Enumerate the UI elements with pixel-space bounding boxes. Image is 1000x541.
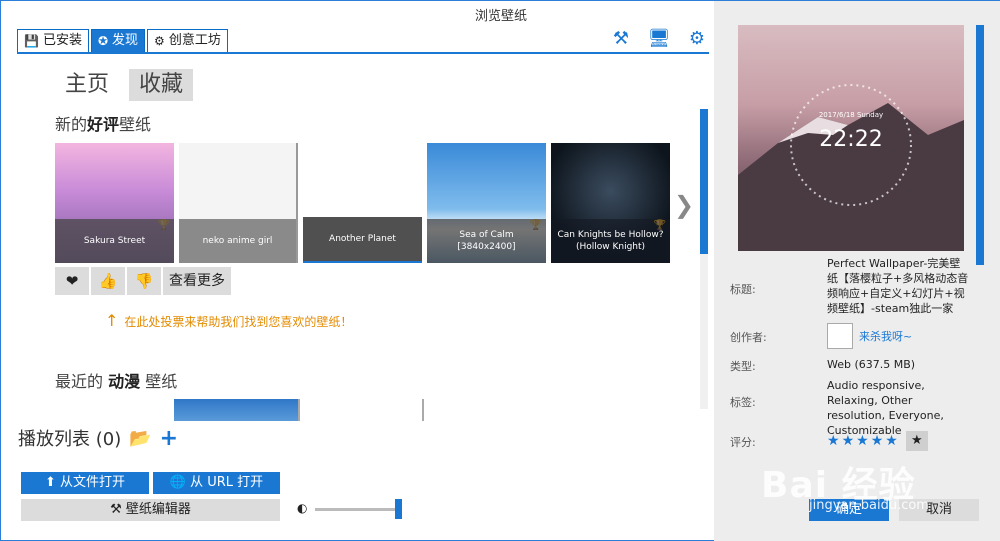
type-label: 类型: [730,360,756,373]
slider-knob[interactable] [395,499,402,519]
rating-label: 评分: [730,436,756,449]
recent-title-post: 壁纸 [145,372,178,391]
tab-installed[interactable]: 💾 已安装 [17,29,89,53]
star-icon: ★ [827,433,840,449]
vote-hint: ↑ 在此处投票来帮助我们找到您喜欢的壁纸！ [105,311,352,330]
folder-open-icon[interactable]: 📂 [129,428,151,449]
wallpaper-caption: Sea of Calm [3840x2400] [427,219,546,263]
wallpaper-thumb[interactable]: 🏆 Can Knights be Hollow? (Hollow Knight) [551,143,670,263]
clock-time: 22:22 [819,127,883,152]
wallpaper-thumb[interactable] [298,399,422,421]
thumbs-up-icon: 👍 [98,272,118,290]
thumbs-down-icon: 👎 [134,272,154,290]
tab-installed-label: 已安装 [42,33,82,48]
author-label: 创作者: [730,331,767,344]
compass-icon: ✪ [97,34,109,48]
popular-title-pre: 新的 [55,115,88,134]
wallpaper-thumb[interactable]: 🏆 neko anime girl [179,143,298,263]
wallpaper-thumb[interactable] [422,399,546,421]
wallpaper-caption: Can Knights be Hollow? (Hollow Knight) [551,219,670,263]
subnav-favorites[interactable]: 收藏 [129,69,194,101]
brightness-slider[interactable]: ◐ [297,499,405,519]
tools-icon: ⚒ [110,502,122,517]
chevron-right-icon[interactable]: ❯ [674,191,694,219]
rate-button[interactable]: ★ [905,431,928,451]
type-value: Web (637.5 MB) [827,358,916,371]
star-icon: ★ [885,433,898,449]
toolbar-icons: ⚒ 🖥 ⚙ [609,28,709,50]
popular-wallpapers: 🏆 Sakura Street 🏆 neko anime girl 🏆 Anot… [55,143,670,263]
editor-tools-icon[interactable]: ⚒ [609,28,633,50]
star-icon: ★ [841,433,855,449]
recent-title-pre: 最近的 [55,372,104,391]
wallpaper-caption: neko anime girl [179,219,296,263]
author[interactable]: 来杀我呀~ [827,323,912,349]
vote-hint-text: 在此处投票来帮助我们找到您喜欢的壁纸！ [124,315,353,329]
globe-icon: 🌐 [169,475,186,490]
popular-title-post: 壁纸 [119,115,152,134]
scrollbar-thumb[interactable] [700,109,708,254]
open-file-label: 从文件打开 [60,475,126,490]
tags-label: 标签: [730,396,756,409]
thumbs-up-button[interactable]: 👍 [91,267,125,295]
save-icon: 💾 [24,34,39,48]
tags-value: Audio responsive, Relaxing, Other resolu… [827,379,944,437]
open-url-button[interactable]: 🌐 从 URL 打开 [153,472,280,494]
mountain-shape [738,103,964,251]
playlist-bar: 播放列表 (0) 📂 + [18,425,178,451]
steam-icon: ⚙ [154,34,165,48]
recent-wallpapers [174,399,546,421]
details-scrollbar[interactable] [976,25,984,265]
wallpaper-caption: Sakura Street [55,219,174,263]
contrast-icon: ◐ [297,501,308,515]
wallpaper-thumb[interactable]: 🏆 Sea of Calm [3840x2400] [427,143,546,263]
popular-section-title: 新的好评壁纸 [55,111,151,135]
wallpaper-editor-button[interactable]: ⚒ 壁纸编辑器 [21,499,280,521]
playlist-label: 播放列表 (0) [18,429,122,450]
main-tabs: 💾 已安装 ✪ 发现 ⚙ 创意工坊 [17,29,230,53]
wallpaper-thumb[interactable] [174,399,298,421]
tab-discover[interactable]: ✪ 发现 [90,29,146,53]
avatar[interactable] [827,323,853,349]
upload-icon: ⬆ [44,475,56,490]
thumbs-down-button[interactable]: 👎 [127,267,161,295]
tab-underline [17,52,709,54]
sub-nav: 主页 收藏 [55,69,194,101]
vote-bar: ❤ 👍 👎 查看更多 [55,267,231,295]
rating-stars: ★ ★ ★ ★ ★ ★ [827,431,928,451]
plus-icon[interactable]: + [160,426,178,451]
wallpaper-preview: 22:22 2017/6/18 Sunday [738,25,964,251]
tab-discover-label: 发现 [112,33,139,48]
wallpaper-thumb[interactable]: 🏆 Sakura Street [55,143,174,263]
title-value: Perfect Wallpaper-完美壁纸【落樱粒子+多风格动态音频响应+自定… [827,257,969,315]
slider-track[interactable] [315,508,397,511]
wallpaper-caption: Another Planet [303,217,422,261]
recent-section-title: 最近的 动漫 壁纸 [55,368,177,392]
star-icon: ★ [856,433,869,449]
wallpaper-thumb[interactable]: 🏆 Another Planet [303,143,422,263]
open-url-label: 从 URL 打开 [190,475,264,490]
wallpaper-editor-label: 壁纸编辑器 [125,502,191,517]
popular-title-bold: 好评 [87,115,120,134]
star-icon: ★ [870,433,884,449]
clock-date: 2017/6/18 Sunday [818,111,884,119]
open-file-button[interactable]: ⬆ 从文件打开 [21,472,149,494]
display-icon[interactable]: 🖥 [647,28,671,50]
heart-button[interactable]: ❤ [55,267,89,295]
recent-title-bold: 动漫 [108,372,141,391]
title-label: 标题: [730,283,756,296]
app-window: 浏览壁纸 — ☐ ✕ 💾 已安装 ✪ 发现 ⚙ 创意工坊 ⚒ 🖥 ⚙ 主页 收藏… [0,0,1000,541]
tab-workshop[interactable]: ⚙ 创意工坊 [147,29,228,53]
subnav-home[interactable]: 主页 [55,69,119,101]
heart-icon: ❤ [65,272,79,290]
tab-workshop-label: 创意工坊 [168,33,221,48]
settings-gear-icon[interactable]: ⚙ [685,28,709,50]
author-name[interactable]: 来杀我呀~ [859,328,912,344]
see-more-button[interactable]: 查看更多 [163,267,231,295]
arrow-up-icon: ↑ [105,311,119,330]
star-icon: ★ [910,433,923,448]
watermark-url: jingyan.baidu.com [809,498,929,513]
